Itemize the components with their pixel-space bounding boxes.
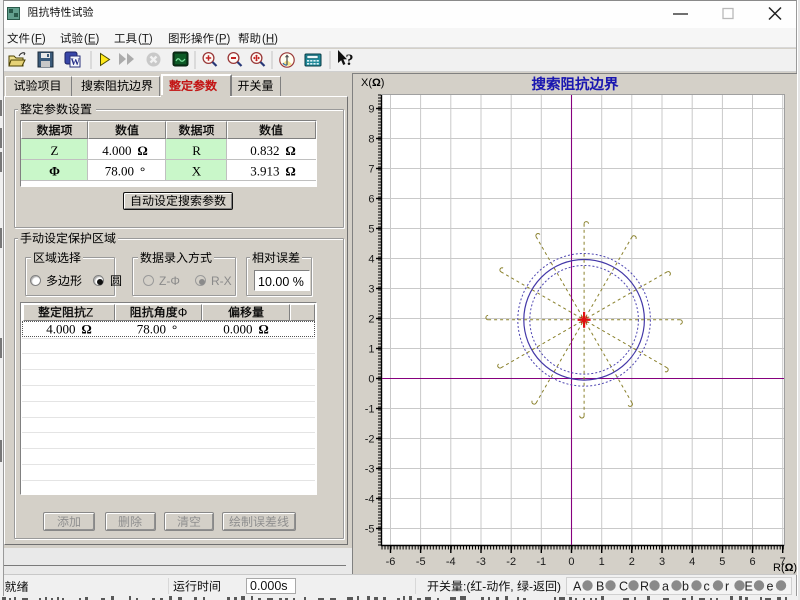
svg-text:-5: -5 (416, 556, 426, 568)
svg-text:9: 9 (368, 104, 374, 116)
svg-text:0.832: 0.832 (250, 143, 279, 158)
svg-text:3: 3 (368, 284, 374, 296)
svg-text:-3: -3 (365, 464, 375, 476)
svg-text:°: ° (172, 322, 177, 337)
svg-text:b: b (682, 580, 689, 594)
svg-text:3: 3 (659, 556, 665, 568)
svg-text:): ) (557, 580, 561, 594)
svg-text:2: 2 (629, 556, 635, 568)
svg-text:Z: Z (51, 143, 59, 158)
svg-text:-1: -1 (365, 404, 375, 416)
svg-text:R: R (192, 143, 201, 158)
svg-text:1: 1 (599, 556, 605, 568)
svg-text:R(: R( (773, 562, 785, 574)
svg-text:0.000: 0.000 (223, 322, 252, 337)
svg-text:3.913: 3.913 (250, 164, 279, 179)
svg-text:-4: -4 (365, 494, 375, 506)
svg-text:C: C (619, 580, 628, 594)
svg-text:): ) (381, 77, 385, 89)
svg-text:-6: -6 (386, 556, 396, 568)
svg-text:6: 6 (368, 194, 374, 206)
svg-text:0: 0 (368, 374, 374, 386)
svg-text:°: ° (140, 164, 145, 179)
svg-text:Ω: Ω (81, 322, 91, 337)
svg-text:?: ? (346, 52, 354, 69)
svg-text:-2: -2 (365, 434, 375, 446)
svg-text:0.000s: 0.000s (250, 579, 288, 593)
svg-text:B: B (596, 580, 604, 594)
svg-text:Ω: Ω (285, 164, 295, 179)
svg-text::(: :( (463, 580, 470, 594)
svg-text:-1: -1 (536, 556, 546, 568)
svg-text:X: X (192, 164, 202, 179)
svg-text:-2: -2 (506, 556, 516, 568)
svg-text:Ω: Ω (258, 322, 268, 337)
svg-text:R: R (640, 580, 649, 594)
svg-text:a: a (662, 580, 669, 594)
svg-text:6: 6 (750, 556, 756, 568)
svg-text:E: E (745, 580, 753, 594)
svg-text:Ω: Ω (137, 143, 147, 158)
svg-text:8: 8 (368, 134, 374, 146)
svg-text:Ω: Ω (285, 143, 295, 158)
svg-text:4.000: 4.000 (102, 143, 131, 158)
svg-text:-: - (482, 580, 486, 594)
svg-text:A: A (573, 580, 582, 594)
svg-text:,: , (510, 580, 513, 594)
svg-text:4.000: 4.000 (46, 322, 75, 337)
svg-text:5: 5 (368, 224, 374, 236)
svg-text:10.00 %: 10.00 % (258, 275, 304, 289)
svg-text:4: 4 (368, 254, 374, 266)
svg-text:c: c (704, 580, 710, 594)
svg-text:R-X: R-X (211, 274, 232, 288)
svg-text:Φ: Φ (49, 164, 60, 179)
svg-text:1: 1 (368, 344, 374, 356)
svg-text:78.00: 78.00 (137, 322, 166, 337)
svg-text:-4: -4 (446, 556, 456, 568)
svg-text:2: 2 (368, 314, 374, 326)
svg-text:-: - (529, 580, 533, 594)
svg-text:5: 5 (719, 556, 725, 568)
svg-text:Ω: Ω (372, 77, 381, 89)
svg-text:r: r (725, 580, 729, 594)
svg-text:W: W (71, 58, 81, 68)
svg-text:Z-Φ: Z-Φ (159, 274, 180, 288)
svg-text:78.00: 78.00 (105, 164, 134, 179)
svg-text:Z: Z (86, 306, 93, 320)
svg-text:e: e (767, 580, 774, 594)
svg-text:0: 0 (568, 556, 574, 568)
svg-text:-3: -3 (476, 556, 486, 568)
svg-text:Ω: Ω (785, 562, 794, 574)
svg-text:7: 7 (368, 164, 374, 176)
svg-text:X(: X( (361, 77, 372, 89)
svg-text:Φ: Φ (178, 306, 188, 320)
svg-text:4: 4 (689, 556, 695, 568)
svg-text:-5: -5 (365, 524, 375, 536)
svg-text:): ) (793, 562, 797, 574)
